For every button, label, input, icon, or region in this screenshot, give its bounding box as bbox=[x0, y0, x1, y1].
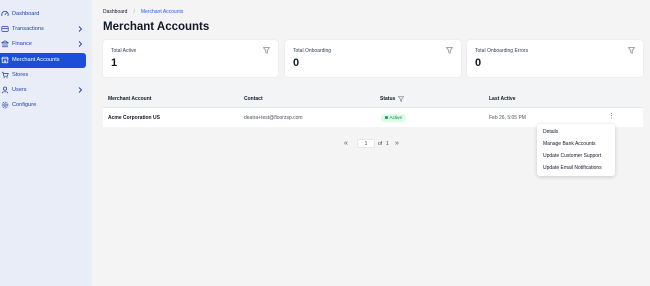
chevron-right-icon bbox=[78, 87, 83, 93]
chevron-right-icon bbox=[78, 26, 83, 32]
table-header: Merchant Account Contact Status Last Act… bbox=[103, 90, 643, 108]
stat-card-total-active: Total Active 1 bbox=[103, 40, 278, 77]
stat-label: Total Active bbox=[111, 48, 137, 54]
sidebar-item-label: Configure bbox=[12, 102, 37, 108]
user-icon bbox=[1, 86, 9, 94]
sidebar-item-dashboard[interactable]: Dashboard bbox=[0, 7, 92, 22]
chevron-right-icon bbox=[78, 41, 83, 47]
status-badge: Active bbox=[381, 113, 407, 122]
sidebar-item-label: Stores bbox=[12, 72, 29, 78]
bank-icon bbox=[1, 40, 9, 48]
page-title: Merchant Accounts bbox=[103, 21, 210, 33]
first-page-button[interactable]: « bbox=[344, 140, 348, 147]
sidebar-item-label: Users bbox=[12, 87, 27, 93]
sidebar-item-users[interactable]: Users bbox=[0, 83, 92, 98]
gear-icon bbox=[1, 101, 9, 109]
merchant-name[interactable]: Acme Corporation US bbox=[108, 115, 160, 121]
column-header-contact[interactable]: Contact bbox=[244, 96, 263, 102]
stat-label: Total Onboarding Errors bbox=[475, 48, 529, 54]
breadcrumb: Dashboard / Merchant Accounts bbox=[103, 9, 183, 15]
filter-icon[interactable] bbox=[263, 47, 270, 54]
status-label: Active bbox=[389, 114, 403, 120]
sidebar-item-merchant-accounts[interactable]: Merchant Accounts bbox=[0, 53, 86, 68]
sidebar-item-stores[interactable]: Stores bbox=[0, 68, 92, 83]
row-actions-kebab-icon[interactable]: ⋮ bbox=[608, 112, 615, 122]
column-header-merchant[interactable]: Merchant Account bbox=[108, 96, 151, 102]
stat-value: 1 bbox=[111, 57, 118, 69]
last-active: Feb 26, 5:05 PM bbox=[489, 115, 526, 121]
sidebar-item-label: Transactions bbox=[12, 26, 44, 32]
page-of-label: of bbox=[378, 141, 383, 147]
breadcrumb-separator: / bbox=[133, 9, 135, 15]
merchant-accounts-table: Merchant Account Contact Status Last Act… bbox=[103, 90, 643, 127]
column-header-status[interactable]: Status bbox=[380, 96, 395, 102]
gauge-icon bbox=[1, 10, 9, 17]
sidebar-item-label: Finance bbox=[12, 41, 32, 47]
column-header-last-active[interactable]: Last Active bbox=[489, 96, 516, 102]
menu-item-update-email-notifications[interactable]: Update Email Notifications bbox=[543, 165, 602, 171]
stat-label: Total Onboarding bbox=[293, 48, 332, 54]
status-dot-icon bbox=[385, 116, 388, 119]
sidebar-item-label: Dashboard bbox=[12, 11, 40, 17]
filter-icon[interactable] bbox=[446, 47, 453, 54]
cart-icon bbox=[1, 71, 9, 79]
stat-value: 0 bbox=[475, 57, 482, 69]
storefront-icon bbox=[1, 56, 9, 64]
sidebar-item-transactions[interactable]: Transactions bbox=[0, 22, 92, 37]
menu-item-details[interactable]: Details bbox=[543, 129, 558, 135]
filter-icon[interactable] bbox=[398, 95, 404, 102]
stat-card-total-onboarding-errors: Total Onboarding Errors 0 bbox=[467, 40, 643, 77]
page-number-input[interactable]: 1 bbox=[357, 139, 375, 148]
menu-item-update-customer-support[interactable]: Update Customer Support bbox=[543, 153, 601, 159]
sidebar-item-finance[interactable]: Finance bbox=[0, 37, 92, 52]
row-actions-menu: Details Manage Bank Accounts Update Cust… bbox=[537, 124, 615, 176]
menu-item-manage-bank-accounts[interactable]: Manage Bank Accounts bbox=[543, 141, 596, 147]
breadcrumb-current[interactable]: Merchant Accounts bbox=[141, 9, 184, 15]
stat-card-total-onboarding: Total Onboarding 0 bbox=[285, 40, 461, 77]
stat-value: 0 bbox=[293, 57, 300, 69]
contact-email: deatra+test@floorzsp.com bbox=[244, 115, 303, 121]
last-page-button[interactable]: » bbox=[395, 140, 399, 147]
breadcrumb-home-link[interactable]: Dashboard bbox=[103, 9, 127, 15]
filter-icon[interactable] bbox=[628, 47, 635, 54]
total-pages: 1 bbox=[386, 141, 389, 147]
sidebar-item-label: Merchant Accounts bbox=[12, 57, 60, 63]
sidebar-item-configure[interactable]: Configure bbox=[0, 98, 92, 113]
transactions-icon bbox=[1, 26, 9, 32]
